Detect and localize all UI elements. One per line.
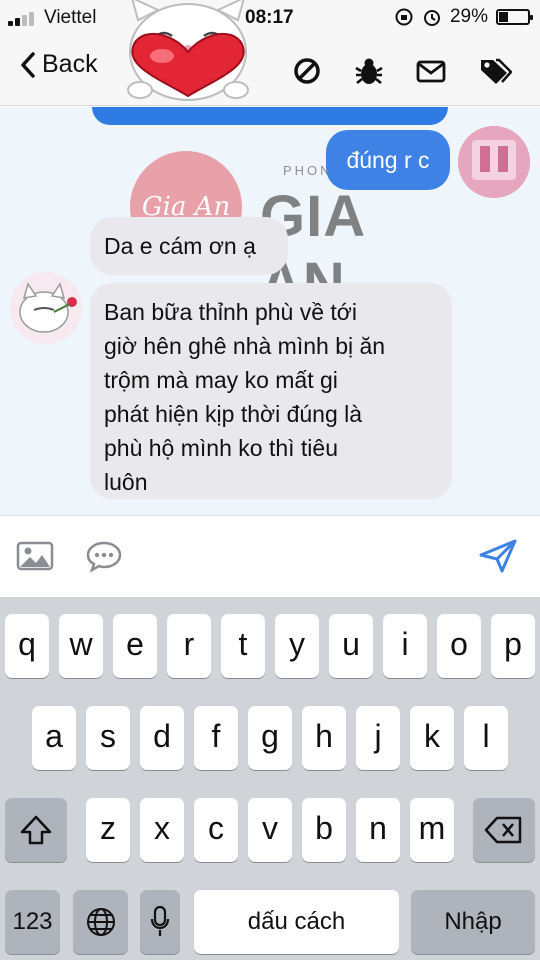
delete-key[interactable] <box>473 798 535 862</box>
incoming-message[interactable]: Ban bữa thỉnh phù về tới giờ hên ghê nhà… <box>90 283 452 499</box>
key-i[interactable]: i <box>383 614 427 678</box>
key-t[interactable]: t <box>221 614 265 678</box>
globe-key[interactable] <box>73 890 128 954</box>
conversation-header: Back <box>0 36 540 106</box>
orientation-lock-icon <box>395 8 413 26</box>
avatar[interactable] <box>10 272 82 344</box>
key-q[interactable]: q <box>5 614 49 678</box>
key-v[interactable]: v <box>248 798 292 862</box>
key-g[interactable]: g <box>248 706 292 770</box>
key-b[interactable]: b <box>302 798 346 862</box>
back-chevron-icon <box>21 51 35 78</box>
shift-icon <box>20 815 52 845</box>
key-f[interactable]: f <box>194 706 238 770</box>
mail-icon[interactable] <box>414 54 448 88</box>
key-m[interactable]: m <box>410 798 454 862</box>
cat-avatar-icon <box>10 272 82 344</box>
return-key[interactable]: Nhập <box>411 890 535 954</box>
key-r[interactable]: r <box>167 614 211 678</box>
key-k[interactable]: k <box>410 706 454 770</box>
key-s[interactable]: s <box>86 706 130 770</box>
key-n[interactable]: n <box>356 798 400 862</box>
message-line: Ban bữa thỉnh phù về tới <box>104 299 357 325</box>
key-c[interactable]: c <box>194 798 238 862</box>
message-line: giờ hên ghê nhà mình bị ăn <box>104 333 386 359</box>
alarm-icon <box>423 10 440 26</box>
space-key[interactable]: dấu cách <box>194 890 399 954</box>
microphone-icon <box>150 905 170 936</box>
on-screen-keyboard: q w e r t y u i o p a s d f g h j k l z … <box>0 597 540 960</box>
key-z[interactable]: z <box>86 798 130 862</box>
key-x[interactable]: x <box>140 798 184 862</box>
block-icon[interactable] <box>290 54 324 88</box>
heart-bunny-sticker <box>127 0 249 101</box>
image-icon[interactable] <box>16 540 54 572</box>
delete-icon <box>484 816 522 844</box>
signal-strength-icon <box>8 12 42 26</box>
message-line: phù hộ mình ko thì tiêu <box>104 435 338 461</box>
key-h[interactable]: h <box>302 706 346 770</box>
send-icon[interactable] <box>478 538 518 574</box>
back-button[interactable]: Back <box>20 50 98 79</box>
dictation-key[interactable] <box>140 890 180 954</box>
outgoing-message[interactable]: đúng r c <box>326 130 450 190</box>
composer-bar <box>0 515 540 597</box>
numbers-key[interactable]: 123 <box>5 890 60 954</box>
message-list[interactable]: Gia An PHONG THỦY GIA AN đúng r c Da e c… <box>0 107 540 515</box>
bug-icon[interactable] <box>352 54 386 88</box>
key-w[interactable]: w <box>59 614 103 678</box>
profile-photo-icon <box>458 126 530 198</box>
message-line: luôn <box>104 469 148 495</box>
key-y[interactable]: y <box>275 614 319 678</box>
shift-key[interactable] <box>5 798 67 862</box>
key-d[interactable]: d <box>140 706 184 770</box>
tags-icon[interactable] <box>478 54 512 88</box>
status-bar: Viettel 08:17 29% <box>0 0 540 36</box>
incoming-message[interactable]: Da e cám ơn ạ <box>90 217 288 275</box>
key-o[interactable]: o <box>437 614 481 678</box>
key-j[interactable]: j <box>356 706 400 770</box>
key-p[interactable]: p <box>491 614 535 678</box>
avatar[interactable] <box>458 126 530 198</box>
key-u[interactable]: u <box>329 614 373 678</box>
carrier-name: Viettel <box>44 7 97 28</box>
chat-bubble-icon[interactable] <box>86 540 122 572</box>
back-label: Back <box>42 50 98 78</box>
message-line: trộm mà may ko mất gi <box>104 367 338 393</box>
key-e[interactable]: e <box>113 614 157 678</box>
globe-icon <box>86 908 115 936</box>
message-input[interactable] <box>155 526 455 586</box>
key-l[interactable]: l <box>464 706 508 770</box>
battery-icon <box>496 9 533 25</box>
battery-percentage: 29% <box>449 6 488 27</box>
key-a[interactable]: a <box>32 706 76 770</box>
message-line: phát hiện kịp thời đúng là <box>104 401 363 427</box>
